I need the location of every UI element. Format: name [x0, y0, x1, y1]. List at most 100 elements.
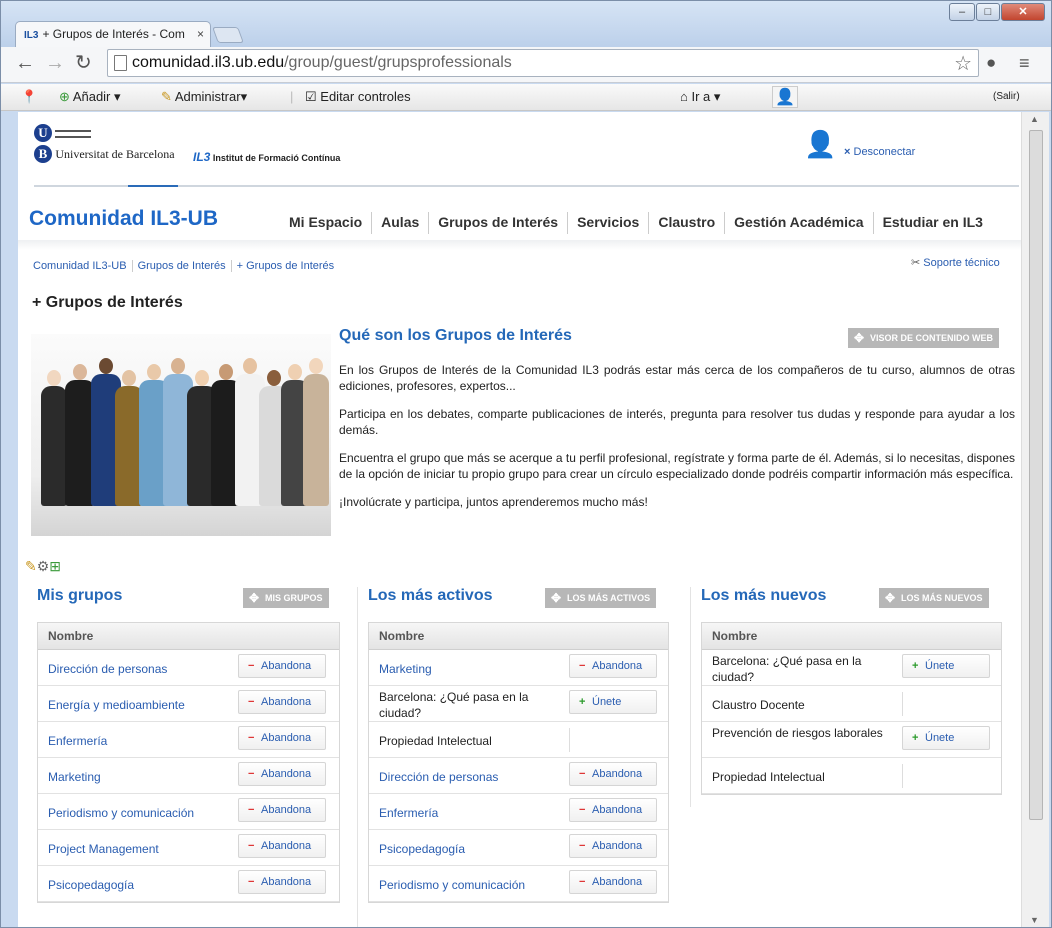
group-name[interactable]: Enfermería	[48, 733, 236, 749]
tab-close-icon[interactable]: ×	[197, 22, 204, 46]
group-name[interactable]: Enfermería	[379, 805, 567, 821]
group-name: Claustro Docente	[712, 698, 805, 712]
bookmark-star-icon[interactable]: ☆	[954, 51, 972, 76]
breadcrumb-item[interactable]: Grupos de Interés	[131, 260, 231, 272]
user-avatar-icon[interactable]: 👤	[772, 86, 798, 108]
person-head	[99, 358, 113, 374]
breadcrumb-item[interactable]: + Grupos de Interés	[230, 260, 340, 272]
leave-group-button[interactable]: − Abandona	[569, 870, 657, 894]
intro-title: Qué son los Grupos de Interés	[339, 327, 572, 344]
intro-portlet-handle[interactable]: Visor de contenido web	[848, 328, 1000, 348]
back-icon[interactable]: ←	[15, 53, 35, 73]
add-menu[interactable]: ⊕ Añadir ▾	[59, 89, 121, 105]
minus-icon: −	[248, 840, 255, 852]
scroll-down-icon[interactable]: ▼	[1030, 915, 1039, 925]
group-name[interactable]: Periodismo y comunicación	[379, 877, 567, 893]
button-label: Abandona	[261, 660, 312, 672]
table-row: Marketing − Abandona	[38, 758, 339, 794]
leave-group-button[interactable]: − Abandona	[569, 834, 657, 858]
nav-item-gestion[interactable]: Gestión Académica	[724, 212, 872, 234]
nav-item-claustro[interactable]: Claustro	[648, 212, 724, 234]
edit-page-icon[interactable]: ✎	[25, 558, 37, 574]
settings-gear-icon[interactable]: ⚙	[37, 558, 50, 574]
institute-logo[interactable]: IL3 Institut de Formació Contínua	[193, 150, 340, 164]
forward-icon[interactable]: →	[45, 53, 65, 73]
group-name[interactable]: Psicopedagogía	[48, 877, 236, 893]
close-window-button[interactable]: ✕	[1001, 3, 1045, 21]
maximize-button[interactable]: □	[976, 3, 1000, 21]
leave-group-button[interactable]: − Abandona	[238, 834, 326, 858]
mas-activos-portlet-handle[interactable]: Los más activos	[545, 588, 657, 608]
leave-group-button[interactable]: − Abandona	[238, 654, 326, 678]
nav-item-servicios[interactable]: Servicios	[567, 212, 648, 234]
add-page-icon[interactable]: ⊞	[49, 558, 61, 574]
ub-b-icon: B	[34, 145, 52, 163]
mas-nuevos-portlet-handle[interactable]: Los más nuevos	[879, 588, 989, 608]
scrollbar-thumb[interactable]	[1029, 130, 1043, 820]
leave-group-button[interactable]: − Abandona	[569, 762, 657, 786]
join-group-button[interactable]: + Únete	[569, 690, 657, 714]
group-name: Barcelona: ¿Qué pasa en la ciudad?	[379, 690, 529, 720]
university-logo[interactable]: U B Universitat de Barcelona	[34, 124, 175, 163]
browser-tab[interactable]: IL3 + Grupos de Interés - Com ×	[15, 21, 211, 47]
goto-menu[interactable]: ⌂ Ir a ▾	[680, 89, 720, 105]
button-label: Abandona	[261, 804, 312, 816]
breadcrumb-item[interactable]: Comunidad IL3-UB	[33, 260, 132, 272]
pin-icon[interactable]: 📍	[21, 89, 37, 105]
table-header: Nombre	[38, 623, 339, 650]
cell-divider	[902, 692, 903, 716]
table-row: Barcelona: ¿Qué pasa en la ciudad? + Únete	[369, 686, 668, 722]
table-row: Periodismo y comunicación − Abandona	[369, 866, 668, 902]
exit-link[interactable]: (Salir)	[993, 91, 1020, 102]
minimize-button[interactable]: –	[949, 3, 975, 21]
extension-icon[interactable]: ●	[986, 53, 996, 73]
join-group-button[interactable]: + Únete	[902, 726, 990, 750]
support-link[interactable]: ✂ Soporte técnico	[911, 256, 1000, 269]
tab-title: + Grupos de Interés - Com	[42, 27, 185, 41]
leave-group-button[interactable]: − Abandona	[238, 870, 326, 894]
scroll-up-icon[interactable]: ▲	[1030, 114, 1039, 124]
disconnect-link[interactable]: × Desconectar	[844, 146, 915, 158]
page-icon	[114, 55, 127, 71]
close-icon: ×	[844, 146, 851, 158]
vertical-scrollbar[interactable]: ▲ ▼	[1021, 112, 1049, 927]
leave-group-button[interactable]: − Abandona	[238, 798, 326, 822]
site-brand[interactable]: Comunidad IL3-UB	[29, 207, 218, 231]
manage-menu[interactable]: ✎ Administrar▾	[161, 89, 247, 105]
button-label: Únete	[925, 732, 955, 744]
button-label: Abandona	[261, 696, 312, 708]
group-name[interactable]: Dirección de personas	[379, 769, 567, 785]
button-label: Únete	[592, 696, 622, 708]
minus-icon: −	[248, 696, 255, 708]
leave-group-button[interactable]: − Abandona	[569, 654, 657, 678]
menu-icon[interactable]: ≡	[1019, 53, 1030, 73]
nav-item-aulas[interactable]: Aulas	[371, 212, 428, 234]
group-name[interactable]: Project Management	[48, 841, 236, 857]
reload-icon[interactable]: ↻	[75, 53, 92, 73]
button-label: Abandona	[261, 876, 312, 888]
group-name[interactable]: Dirección de personas	[48, 661, 236, 677]
leave-group-button[interactable]: − Abandona	[238, 762, 326, 786]
mis-grupos-portlet-handle[interactable]: Mis grupos	[243, 588, 329, 608]
group-name[interactable]: Psicopedagogía	[379, 841, 567, 857]
button-label: Abandona	[592, 768, 643, 780]
group-name[interactable]: Energía y medioambiente	[48, 697, 236, 713]
group-name[interactable]: Periodismo y comunicación	[48, 805, 236, 821]
nav-item-mi-espacio[interactable]: Mi Espacio	[280, 212, 371, 234]
new-tab-button[interactable]	[212, 27, 244, 43]
nav-item-estudiar[interactable]: Estudiar en IL3	[872, 212, 992, 234]
button-label: Abandona	[592, 804, 643, 816]
join-group-button[interactable]: + Únete	[902, 654, 990, 678]
nav-item-grupos[interactable]: Grupos de Interés	[428, 212, 567, 234]
group-name[interactable]: Marketing	[379, 661, 567, 677]
edit-controls-toggle[interactable]: ☑ Editar controles	[305, 89, 411, 105]
minus-icon: −	[248, 768, 255, 780]
group-name[interactable]: Marketing	[48, 769, 236, 785]
leave-group-button[interactable]: − Abandona	[569, 798, 657, 822]
mas-activos-table: Nombre Marketing − Abandona Barcelona: ¿Qué…	[368, 622, 669, 903]
leave-group-button[interactable]: − Abandona	[238, 726, 326, 750]
address-bar[interactable]: comunidad.il3.ub.edu/group/guest/grupspr…	[107, 49, 979, 77]
minus-icon: −	[579, 660, 586, 672]
leave-group-button[interactable]: − Abandona	[238, 690, 326, 714]
add-icon: ⊕	[59, 89, 70, 104]
